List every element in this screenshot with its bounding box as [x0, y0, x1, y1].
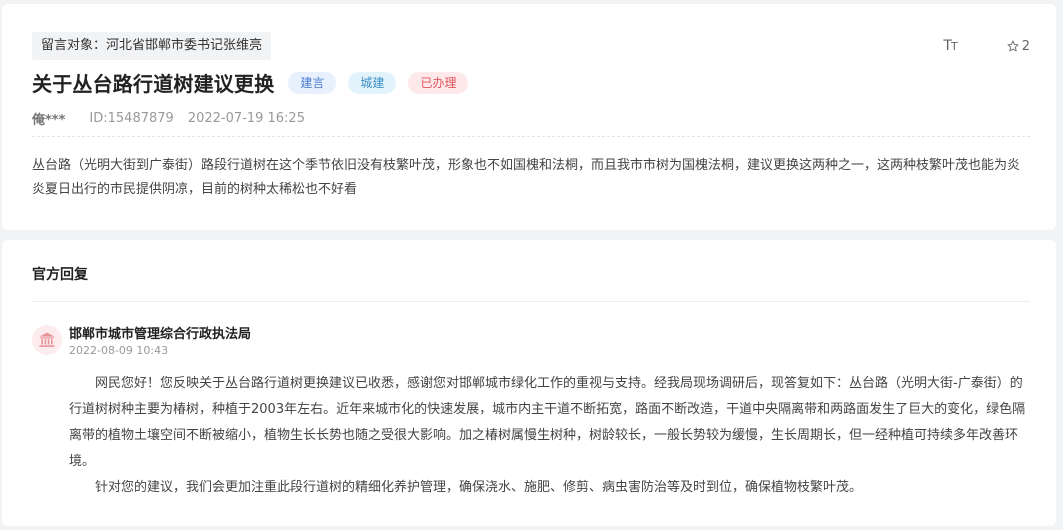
author-name: 俺*** [32, 113, 66, 128]
message-title: 关于丛台路行道树建议更换 [32, 72, 275, 96]
message-content: 丛台路（光明大街到广泰街）路段行道树在这个季节依旧没有枝繁叶茂，形象也不如国槐和… [32, 158, 1021, 197]
reply-paragraph: 针对您的建议，我们会更加注重此段行道树的精细化养护管理，确保浇水、施肥、修剪、病… [95, 480, 863, 495]
message-card: 留言对象：河北省邯郸市委书记张维亮 TT 2 关于丛台路行道树建议更换 建言 城… [2, 4, 1056, 230]
divider [32, 301, 1030, 302]
title-row: 关于丛台路行道树建议更换 建言 城建 已办理 [32, 68, 480, 97]
font-size-icon[interactable]: TT [943, 38, 957, 54]
message-id: ID:15487879 [89, 111, 174, 126]
tag-suggestion[interactable]: 建言 [288, 71, 337, 94]
tag-urban-construction[interactable]: 城建 [348, 71, 397, 94]
star-icon [1007, 40, 1019, 52]
favorite-count: 2 [1021, 38, 1030, 54]
message-datetime: 2022-07-19 16:25 [187, 111, 305, 126]
reply-content: 网民您好！您反映关于丛台路行道树更换建议已收悉，感谢您对邯郸城市绿化工作的重视与… [69, 371, 1030, 501]
reply-section-title: 官方回复 [32, 267, 88, 283]
reply-time: 2022-08-09 10:43 [69, 344, 169, 357]
status-badge: 已办理 [408, 71, 469, 94]
government-building-icon [39, 332, 55, 347]
message-target-tag: 留言对象：河北省邯郸市委书记张维亮 [32, 32, 272, 60]
avatar [32, 325, 62, 355]
message-meta: 俺*** ID:15487879 2022-07-19 16:25 [32, 109, 305, 128]
divider [32, 136, 1030, 137]
toolbar: TT 2 [943, 38, 1030, 54]
official-reply-card: 官方回复 邯郸市城市管理综合行政执法局 2022-08-09 10:43 网民您… [2, 240, 1056, 526]
department-name: 邯郸市城市管理综合行政执法局 [69, 327, 252, 342]
favorite-button[interactable]: 2 [1007, 39, 1030, 54]
reply-paragraph: 网民您好！您反映关于丛台路行道树更换建议已收悉，感谢您对邯郸城市绿化工作的重视与… [69, 376, 1026, 469]
